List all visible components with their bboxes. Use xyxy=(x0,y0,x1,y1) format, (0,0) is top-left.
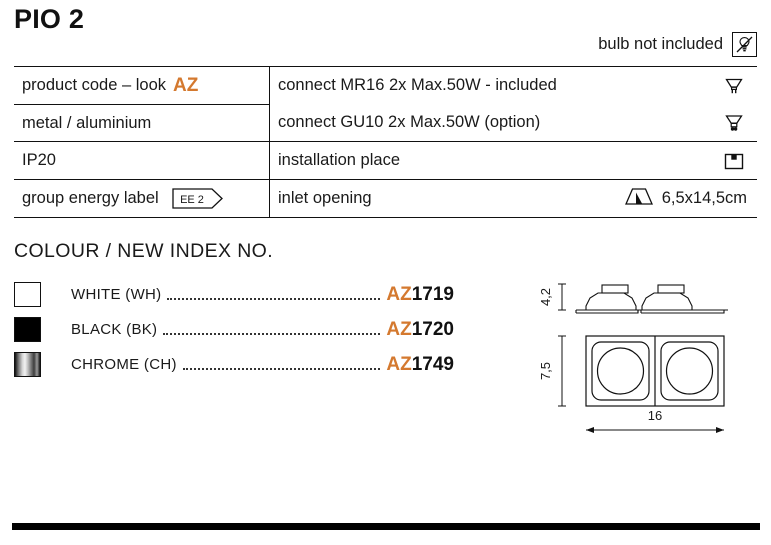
colour-code-chrome: AZ1749 xyxy=(386,354,454,376)
mr16-label: connect MR16 2x Max.50W - included xyxy=(278,76,557,94)
installation-place-label: installation place xyxy=(278,151,400,169)
code-number: 1719 xyxy=(411,283,454,305)
dimension-height-side: 4,2 xyxy=(538,283,566,311)
inlet-opening-icon xyxy=(623,184,655,213)
ip-rating-label: IP20 xyxy=(22,151,56,169)
colour-swatch-chrome xyxy=(14,352,41,377)
gu10-label: connect GU10 2x Max.50W (option) xyxy=(278,113,541,131)
inlet-opening-dimensions: 6,5x14,5cm xyxy=(661,189,747,207)
inlet-opening-label: inlet opening xyxy=(278,189,372,207)
energy-class-value: EE 2 xyxy=(180,194,204,206)
spec-right-column: connect MR16 2x Max.50W - included conne… xyxy=(270,67,757,141)
colour-list: WHITE (WH) AZ1719 BLACK (BK) AZ1720 CHRO… xyxy=(14,277,454,382)
front-view xyxy=(585,335,725,407)
specification-table: product code – look AZ metal / aluminium… xyxy=(14,66,757,218)
product-code-label: product code – look xyxy=(22,76,167,94)
colour-code-white: AZ1719 xyxy=(386,284,454,306)
material-label: metal / aluminium xyxy=(22,113,152,132)
energy-class-badge: EE 2 xyxy=(172,188,224,209)
table-row-inlet-opening: inlet opening 6,5x14,5cm xyxy=(270,180,757,217)
table-row-mr16: connect MR16 2x Max.50W - included xyxy=(270,67,757,104)
spec-right-column-install: installation place xyxy=(270,142,757,179)
colour-swatch-white xyxy=(14,282,41,307)
spec-left-column-energy: group energy label EE 2 xyxy=(14,180,270,217)
spec-left-column-ip: IP20 xyxy=(14,142,270,179)
no-bulb-icon xyxy=(732,32,757,57)
footer-bar xyxy=(12,523,760,530)
spec-right-column-inlet: inlet opening 6,5x14,5cm xyxy=(270,180,757,217)
code-prefix: AZ xyxy=(386,353,412,375)
colour-swatch-black xyxy=(14,317,41,342)
mr16-bulb-icon xyxy=(713,73,747,99)
table-row-product-code: product code – look AZ xyxy=(14,67,269,104)
bulb-not-included-label: bulb not included xyxy=(598,35,723,53)
dot-leader xyxy=(182,367,381,370)
dimension-label-width: 16 xyxy=(648,408,662,423)
table-row-material: metal / aluminium xyxy=(14,104,269,141)
gu10-bulb-icon xyxy=(713,110,747,136)
code-prefix: AZ xyxy=(386,283,412,305)
colour-name-chrome: CHROME (CH) xyxy=(71,356,177,373)
list-item: WHITE (WH) AZ1719 xyxy=(14,277,454,312)
code-number: 1749 xyxy=(411,353,454,375)
table-row-installation-place: installation place xyxy=(270,142,757,179)
dimension-label-height: 4,2 xyxy=(538,288,553,306)
product-code-accent: AZ xyxy=(173,74,199,96)
colour-name-black: BLACK (BK) xyxy=(71,321,158,338)
spec-band-inlet: group energy label EE 2 inlet opening 6,… xyxy=(14,179,757,217)
dimension-height-front: 7,5 xyxy=(538,335,566,407)
page-title: PIO 2 xyxy=(14,4,85,34)
bulb-not-included-note: bulb not included xyxy=(598,32,757,57)
dot-leader xyxy=(167,297,381,300)
spec-band-installation: IP20 installation place xyxy=(14,141,757,179)
energy-label-text: group energy label xyxy=(22,189,159,207)
table-row-gu10: connect GU10 2x Max.50W (option) xyxy=(270,104,757,141)
dot-leader xyxy=(163,332,381,335)
colour-code-black: AZ1720 xyxy=(386,319,454,341)
list-item: BLACK (BK) AZ1720 xyxy=(14,312,454,347)
list-item: CHROME (CH) AZ1749 xyxy=(14,347,454,382)
dimension-width: 16 xyxy=(586,408,724,433)
spec-sheet-page: PIO 2 bulb not included product code – l… xyxy=(0,0,771,545)
inlet-opening-value-group: 6,5x14,5cm xyxy=(623,184,747,213)
code-number: 1720 xyxy=(411,318,454,340)
ceiling-mount-icon xyxy=(713,148,747,174)
spec-band-lamps: product code – look AZ metal / aluminium… xyxy=(14,67,757,141)
dimension-label-front-height: 7,5 xyxy=(538,362,553,380)
colour-name-white: WHITE (WH) xyxy=(71,286,162,303)
code-prefix: AZ xyxy=(386,318,412,340)
colour-section-heading: COLOUR / NEW INDEX NO. xyxy=(14,240,274,262)
spec-left-column: product code – look AZ metal / aluminium xyxy=(14,67,270,141)
table-row-energy-label: group energy label EE 2 xyxy=(14,180,269,217)
technical-drawing: 4,2 7,5 16 xyxy=(528,262,766,440)
side-view xyxy=(575,284,728,314)
table-row-ip-rating: IP20 xyxy=(14,142,269,179)
